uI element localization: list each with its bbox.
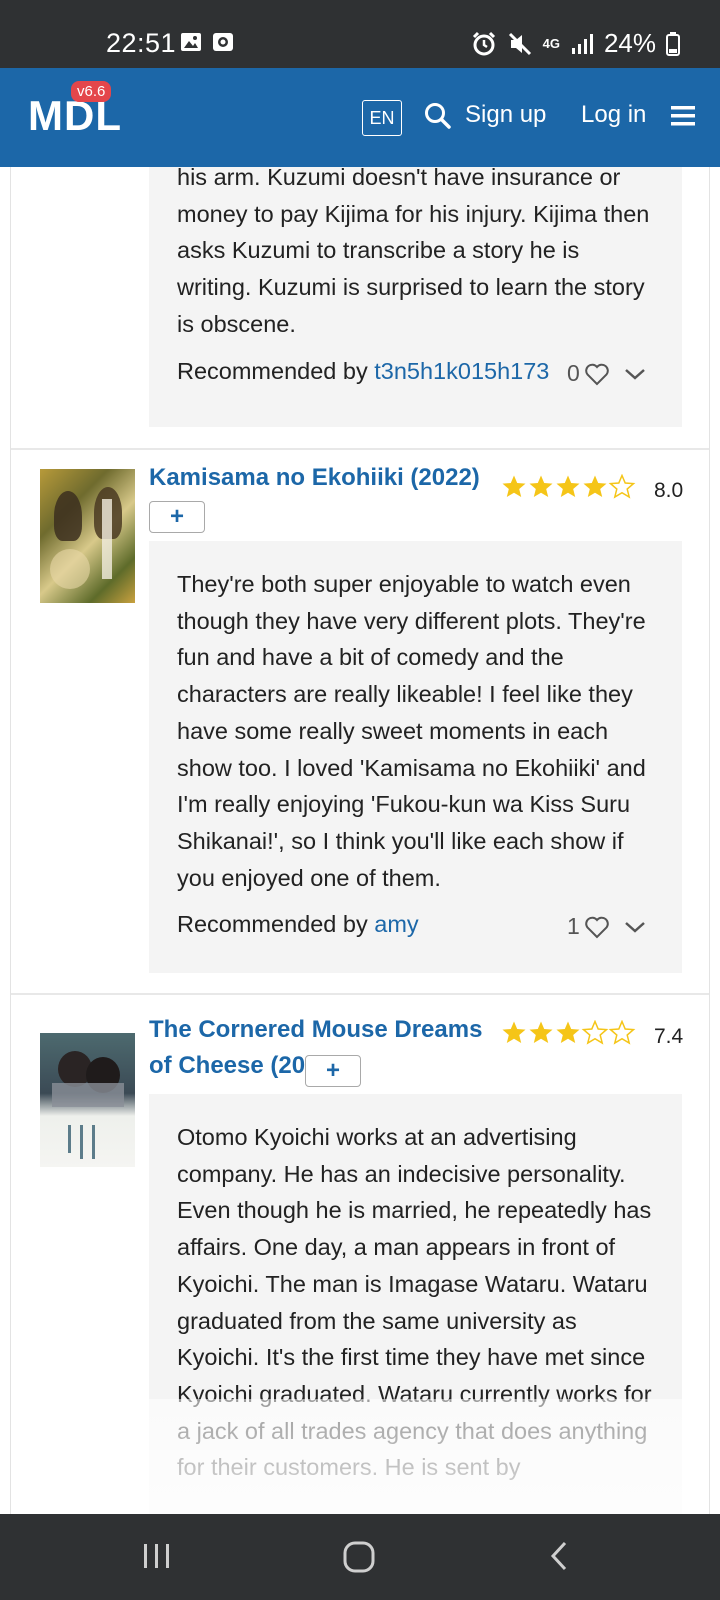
like-count: 1 [567, 913, 580, 939]
sign-up-link[interactable]: Sign up [465, 101, 546, 129]
heart-icon[interactable] [584, 362, 610, 386]
status-bar: 22:51 4G 24% [0, 0, 720, 68]
recommender-link[interactable]: amy [374, 911, 418, 937]
recommended-by: Recommended by amy [177, 911, 419, 938]
recommendation-card: his arm. Kuzumi doesn't have insurance o… [149, 167, 682, 427]
chevron-down-icon[interactable] [622, 363, 648, 385]
image-icon [181, 33, 201, 51]
site-header: MDL v6.6 EN Sign up Log in [0, 68, 720, 167]
heart-icon[interactable] [584, 915, 610, 939]
recommendation-text: They're both super enjoyable to watch ev… [177, 571, 646, 891]
status-time: 22:51 [106, 28, 177, 58]
rating-score: 8.0 [654, 479, 684, 502]
like-counter[interactable]: 1 [567, 913, 648, 940]
divider [11, 993, 709, 995]
recommendation-text: his arm. Kuzumi doesn't have insurance o… [177, 167, 650, 337]
like-count: 0 [567, 360, 580, 386]
record-icon [213, 33, 233, 51]
star-icon [502, 1020, 635, 1044]
chevron-down-icon[interactable] [622, 916, 648, 938]
recommendation-card: They're both super enjoyable to watch ev… [149, 541, 682, 973]
divider [11, 448, 709, 450]
star-rating [501, 1020, 636, 1046]
like-counter[interactable]: 0 [567, 360, 648, 387]
language-button[interactable]: EN [362, 100, 402, 136]
add-to-list-button[interactable]: + [149, 501, 205, 533]
signal-icon [571, 33, 593, 54]
battery-icon [666, 31, 680, 56]
recommendations-list: his arm. Kuzumi doesn't have insurance o… [10, 167, 710, 1514]
alarm-icon [472, 31, 495, 55]
star-icon [502, 474, 635, 498]
bottom-fade-overlay [11, 1399, 709, 1514]
home-icon[interactable] [342, 1540, 376, 1574]
add-to-list-button[interactable]: + [305, 1055, 361, 1087]
network-type: 4G [542, 35, 560, 51]
recommender-link[interactable]: t3n5h1k015h173 [374, 358, 549, 384]
rating-score: 7.4 [654, 1025, 684, 1048]
back-icon[interactable] [548, 1540, 572, 1572]
recommended-by-label: Recommended by [177, 358, 368, 384]
log-in-link[interactable]: Log in [581, 101, 646, 129]
recent-apps-icon[interactable] [141, 1540, 173, 1572]
recommended-by: Recommended by t3n5h1k015h173 [177, 358, 549, 385]
poster-image[interactable] [40, 469, 135, 603]
system-navigation-bar [0, 1514, 720, 1600]
hamburger-menu-icon[interactable] [670, 104, 696, 128]
drama-title-text[interactable]: Kamisama no Ekohiiki (2022) [149, 464, 480, 491]
poster-image[interactable] [40, 1033, 135, 1167]
version-badge: v6.6 [71, 81, 112, 102]
battery-percent: 24% [603, 28, 656, 58]
drama-title[interactable]: Kamisama no Ekohiiki (2022) [149, 460, 489, 496]
search-icon[interactable] [424, 102, 452, 130]
star-rating [501, 474, 636, 500]
mute-icon [508, 32, 531, 55]
recommended-by-label: Recommended by [177, 911, 368, 937]
